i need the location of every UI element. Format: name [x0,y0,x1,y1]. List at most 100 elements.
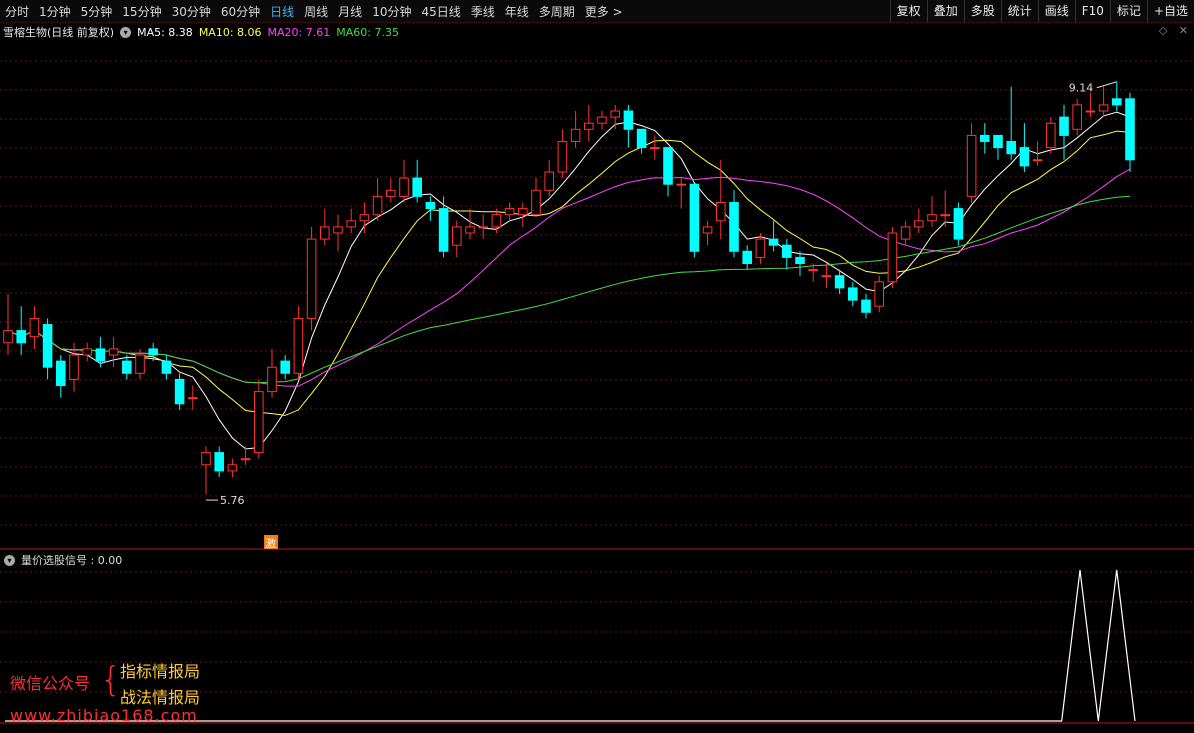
watermark-wechat: 微信公众号 [10,674,91,693]
candle-body [702,226,713,234]
candle-body [188,397,198,400]
candle-body [953,208,964,240]
watermark-url: www.zhibiao168.com [10,706,198,725]
candle-body [122,360,132,374]
candle-body [69,354,79,380]
candle-body [452,226,462,246]
candle-body [623,110,634,130]
high-price-label: 9.14 [1069,82,1094,95]
candle-body [1098,104,1109,112]
low-price-label: 5.76 [220,494,245,507]
candle-body [478,226,488,229]
candle-body [214,452,224,472]
candle-body [280,360,290,374]
candle-body [848,287,858,301]
kline-chart[interactable]: 9.14 5.76 激 [0,0,1194,733]
candle-body [161,360,172,374]
signal-badge-text: 激 [265,536,276,550]
candle-body [16,330,26,344]
sub-indicator-title: 量价选股信号 : 0.00 [21,554,123,567]
candle-body [557,141,568,173]
candle-body [900,226,911,240]
candle-body [676,183,686,186]
candle-body [861,299,871,313]
candle-body [1059,116,1069,136]
candle-body [293,317,304,374]
candle-body [240,458,251,461]
candle-body [887,232,898,283]
candle-body [1019,147,1030,167]
candle-body [689,183,700,252]
candle-body [399,177,409,197]
candle-body [821,275,832,278]
candle-body [834,275,845,289]
candle-body [1046,122,1056,149]
candle-body [795,256,805,264]
candle-body [346,220,356,228]
candle-body [491,214,502,228]
candle-body [663,147,673,185]
candle-body [716,202,726,222]
candle-body [980,134,990,142]
candle-body [359,214,370,222]
candle-body [3,330,13,344]
candle-body [940,214,950,217]
candle-body [1072,104,1082,130]
candle-body [729,202,739,252]
candle-body [1085,110,1096,113]
sub-indicator-header: ▾ 量价选股信号 : 0.00 [4,552,122,568]
candle-body [782,244,792,258]
candle-body [29,317,40,338]
candle-body [412,177,422,197]
candle-body [465,226,475,234]
candle-body [518,208,528,216]
candle-body [42,324,53,368]
candle-body [1006,141,1016,155]
candle-body [755,238,766,258]
candle-body [1112,98,1122,106]
candle-body [1032,159,1043,162]
candle-body [372,195,383,216]
chevron-down-icon[interactable]: ▾ [4,554,15,566]
candle-body [95,348,106,362]
candle-body [438,208,449,252]
candle-body [966,134,977,197]
candle-body [914,220,924,228]
ma10-line [7,130,1131,416]
candle-body [135,354,145,374]
candle-body [82,348,92,356]
candle-body [531,189,541,216]
brace-icon: { [100,660,122,700]
candle-body [1125,98,1135,161]
high-pointer [1096,81,1117,89]
candle-body [650,147,660,150]
candle-body [320,226,330,240]
candle-body [227,464,238,472]
candle-body [993,134,1003,149]
candle-body [425,202,436,210]
candle-body [333,226,343,234]
candle-body [386,189,396,197]
candle-body [808,269,818,272]
candle-body [874,281,884,307]
candle-body [584,122,594,130]
candle-body [108,348,119,356]
candle-body [56,360,66,387]
candle-body [267,366,277,393]
candle-body [570,128,581,143]
candle-body [254,391,264,454]
candle-body [306,238,317,319]
ma20-line [7,168,1131,387]
candle-body [148,348,158,356]
candle-body [768,238,779,246]
candle-body [597,116,607,124]
candle-body [201,452,211,466]
candle-body [174,378,185,405]
candle-body [742,250,752,265]
watermark-opt1: 指标情报局 [120,662,201,681]
candle-body [504,208,515,216]
watermark-opt2: 战法情报局 [120,688,201,707]
candle-body [544,171,554,191]
candle-body [610,110,620,118]
candle-body [927,214,937,222]
